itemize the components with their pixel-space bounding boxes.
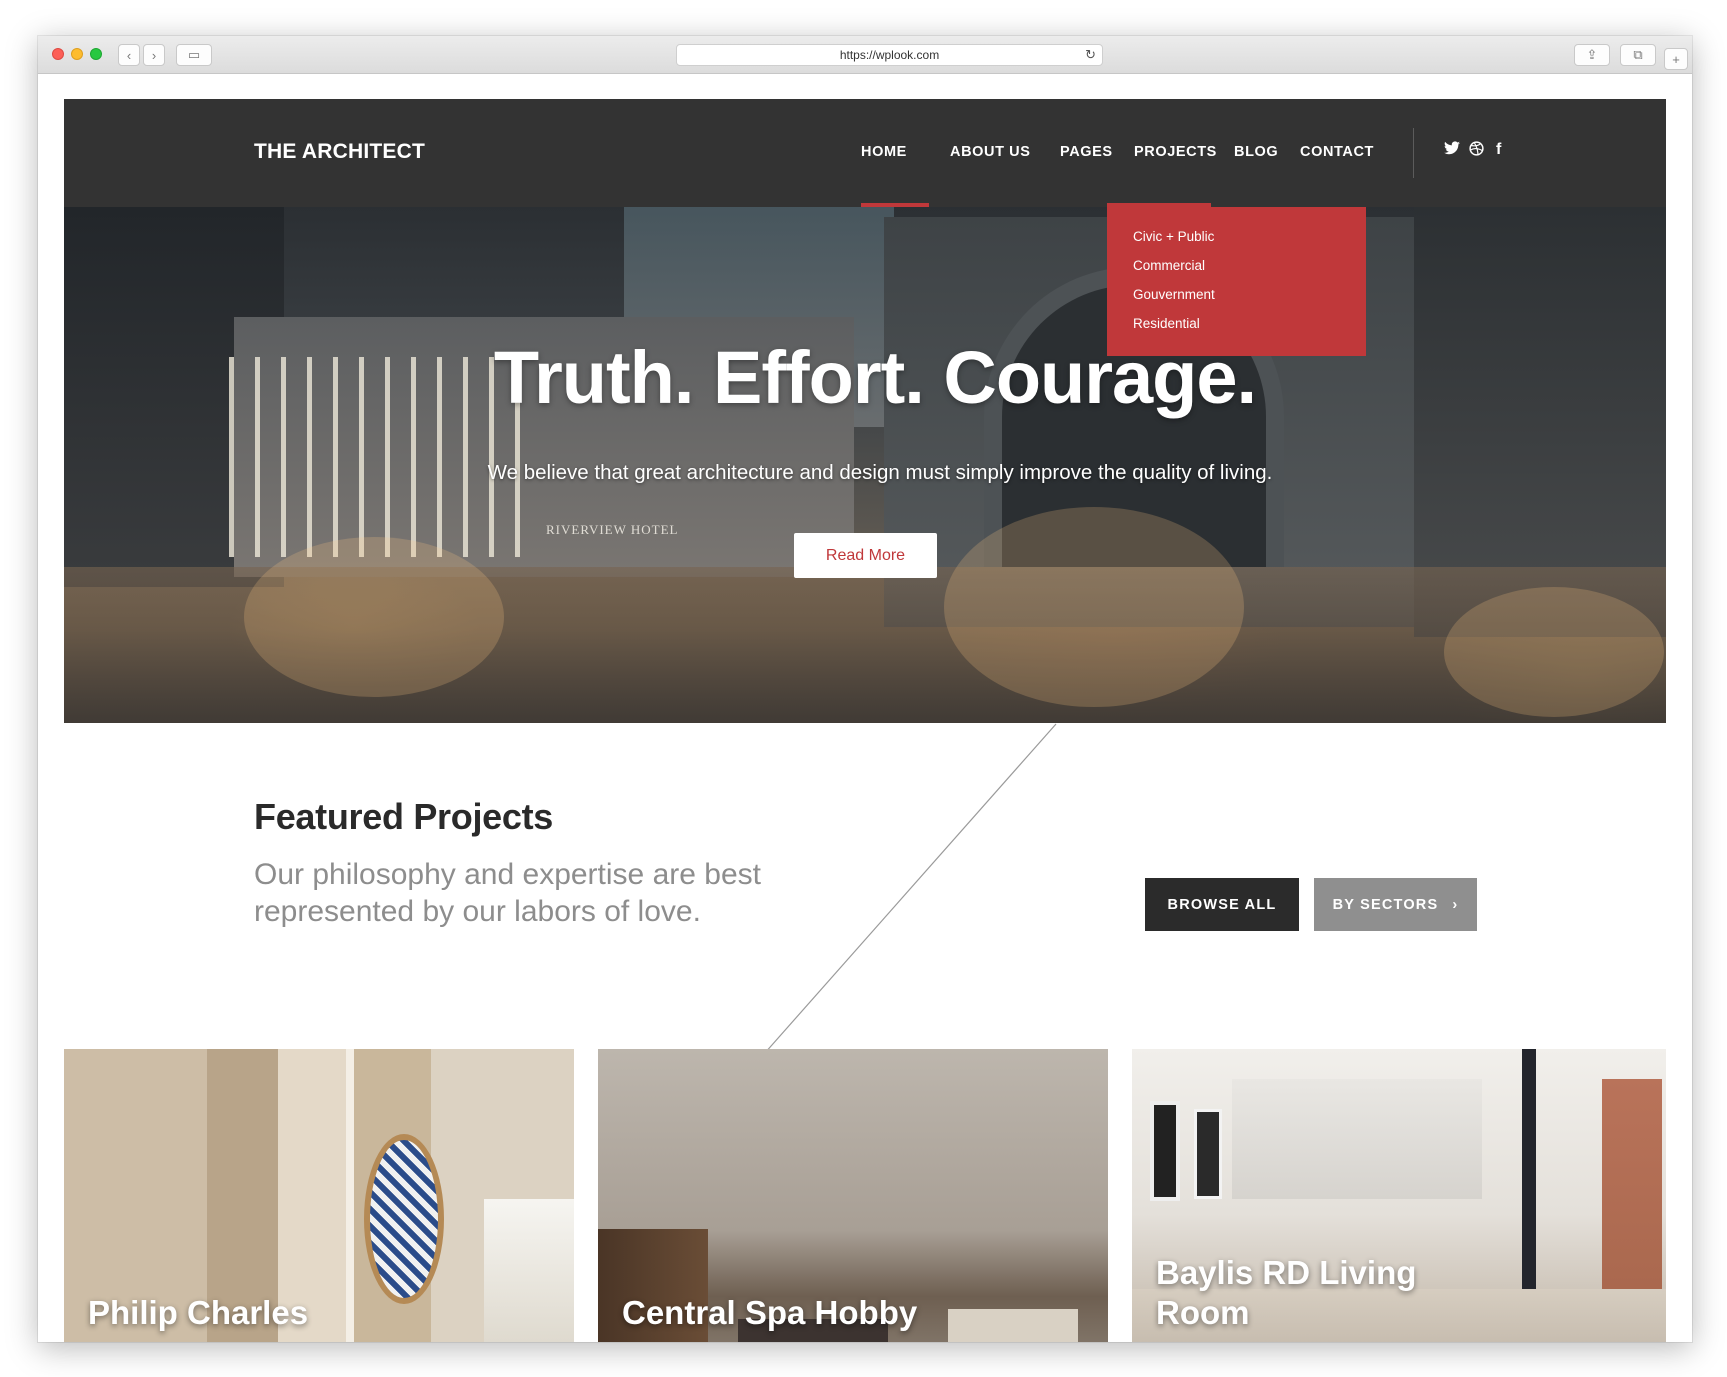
card-image-detail — [1232, 1079, 1482, 1199]
nav-pages[interactable]: PAGES — [1060, 144, 1113, 160]
facebook-icon[interactable]: f — [1496, 141, 1501, 159]
dropdown-item-commercial[interactable]: Commercial — [1133, 256, 1366, 285]
project-title: Philip Charles — [88, 1294, 309, 1331]
card-image-detail — [1150, 1101, 1180, 1201]
url-text: https://wplook.com — [839, 48, 940, 62]
featured-projects-title: Featured Projects — [254, 796, 554, 837]
reload-icon[interactable]: ↻ — [1085, 47, 1096, 63]
read-more-button[interactable]: Read More — [794, 533, 937, 578]
browser-window: ‹ › ▭ https://wplook.com ↻ ⇪ ⧉ + THE ARC… — [38, 36, 1692, 1342]
hero-subtitle: We believe that great architecture and d… — [487, 461, 1273, 484]
hero-light-glow — [944, 507, 1244, 707]
browse-all-label: BROWSE ALL — [1167, 896, 1277, 913]
share-button[interactable]: ⇪ — [1574, 44, 1610, 66]
twitter-icon[interactable] — [1444, 141, 1460, 159]
address-bar[interactable]: https://wplook.com ↻ — [676, 44, 1103, 66]
nav-contact[interactable]: CONTACT — [1300, 144, 1374, 160]
web-page: THE ARCHITECT HOME ABOUT US PAGES PROJEC… — [38, 74, 1692, 1342]
card-image-detail — [948, 1309, 1078, 1342]
site-logo[interactable]: THE ARCHITECT — [254, 140, 425, 164]
hotel-sign: RIVERVIEW HOTEL — [546, 522, 679, 537]
forward-button[interactable]: › — [143, 44, 165, 66]
sidebar-toggle-button[interactable]: ▭ — [176, 44, 212, 66]
dribbble-icon[interactable] — [1469, 141, 1484, 160]
by-sectors-label: BY SECTORS — [1332, 896, 1439, 913]
nav-about-us[interactable]: ABOUT US — [950, 144, 1031, 160]
minimize-window-button[interactable] — [71, 48, 83, 60]
project-card-baylis-rd-living-room[interactable]: Baylis RD Living Room — [1132, 1049, 1666, 1342]
back-button[interactable]: ‹ — [118, 44, 140, 66]
dropdown-item-civic-public[interactable]: Civic + Public — [1133, 227, 1366, 256]
share-icon: ⇪ — [1586, 47, 1598, 62]
nav-home[interactable]: HOME — [861, 144, 907, 160]
hero-banner: RIVERVIEW HOTEL Truth. Effort. Courage. … — [64, 207, 1666, 723]
project-title: Central Spa Hobby — [622, 1294, 918, 1331]
sidebar-icon: ▭ — [187, 47, 201, 62]
new-tab-button[interactable]: + — [1664, 48, 1688, 70]
project-title: Baylis RD Living Room — [1156, 1254, 1417, 1331]
nav-blog[interactable]: BLOG — [1234, 144, 1278, 160]
close-window-button[interactable] — [52, 48, 64, 60]
hero-light-glow — [244, 537, 504, 697]
dropdown-item-gouvernment[interactable]: Gouvernment — [1133, 285, 1366, 314]
chevron-right-icon: › — [1452, 896, 1459, 913]
by-sectors-button[interactable]: BY SECTORS › — [1314, 878, 1477, 931]
hero-title: Truth. Effort. Courage. — [493, 336, 1257, 419]
nav-divider — [1413, 128, 1414, 178]
browser-toolbar: ‹ › ▭ https://wplook.com ↻ ⇪ ⧉ + — [38, 36, 1692, 74]
card-image-detail — [346, 1049, 354, 1342]
nav-projects[interactable]: PROJECTS — [1134, 144, 1217, 160]
dropdown-item-residential[interactable]: Residential — [1133, 314, 1366, 343]
chevron-right-icon: › — [151, 47, 157, 63]
maximize-window-button[interactable] — [90, 48, 102, 60]
browse-all-button[interactable]: BROWSE ALL — [1145, 878, 1299, 931]
chevron-left-icon: ‹ — [126, 47, 132, 63]
tabs-icon: ⧉ — [1633, 47, 1643, 62]
card-image-detail — [364, 1134, 444, 1304]
card-image-detail — [484, 1199, 574, 1342]
tabs-button[interactable]: ⧉ — [1620, 44, 1656, 66]
projects-dropdown-menu: Civic + Public Commercial Gouvernment Re… — [1107, 207, 1366, 356]
card-image-detail — [1194, 1109, 1222, 1199]
hero-light-glow — [1444, 587, 1664, 717]
plus-icon: + — [1672, 51, 1680, 67]
project-card-philip-charles[interactable]: Philip Charles — [64, 1049, 574, 1342]
site-header: THE ARCHITECT HOME ABOUT US PAGES PROJEC… — [64, 99, 1666, 207]
project-card-central-spa-hobby[interactable]: Central Spa Hobby — [598, 1049, 1108, 1342]
featured-projects-description: Our philosophy and expertise are best re… — [254, 858, 761, 928]
